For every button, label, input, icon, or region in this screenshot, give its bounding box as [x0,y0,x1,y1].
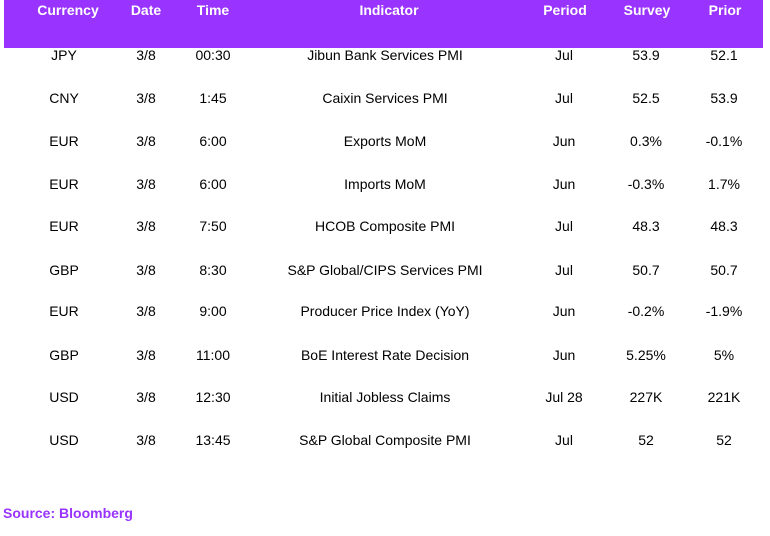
cell-date: 3/8 [136,176,156,192]
cell-prior: 50.7 [710,262,738,278]
cell-survey: 48.3 [632,218,660,234]
cell-time: 13:45 [195,432,231,448]
cell-date: 3/8 [136,47,156,63]
cell-indicator: S&P Global/CIPS Services PMI [287,262,483,278]
cell-prior: -0.1% [705,133,743,149]
column-header-currency: Currency [37,2,99,18]
cell-indicator: BoE Interest Rate Decision [300,347,470,363]
cell-currency: EUR [49,176,79,192]
source-note: Source: Bloomberg [3,505,133,521]
cell-period: Jul 28 [545,389,583,405]
cell-date: 3/8 [136,262,156,278]
cell-time: 6:00 [199,133,227,149]
cell-period: Jul [555,47,573,63]
cell-prior: 48.3 [710,218,738,234]
table-row: USD 3/8 13:45 S&P Global Composite PMI Jul 52… [0,432,770,452]
cell-time: 1:45 [199,90,227,106]
cell-indicator: Jibun Bank Services PMI [307,47,463,63]
table-row: JPY 3/8 00:30 Jibun Bank Services PMI Jul 53.… [0,47,770,67]
cell-period: Jun [552,347,576,363]
cell-survey: 50.7 [632,262,660,278]
cell-date: 3/8 [136,90,156,106]
cell-date: 3/8 [136,347,156,363]
cell-survey: -0.2% [627,303,665,319]
table-row: CNY 3/8 1:45 Caixin Services PMI Jul 52.5 53.9 [0,90,770,110]
cell-indicator: Initial Jobless Claims [319,389,451,405]
cell-period: Jul [555,218,573,234]
cell-currency: EUR [49,218,79,234]
cell-currency: USD [49,432,79,448]
cell-survey: -0.3% [627,176,665,192]
cell-time: 00:30 [195,47,231,63]
cell-time: 12:30 [195,389,231,405]
cell-time: 8:30 [199,262,227,278]
cell-survey: 0.3% [630,133,662,149]
cell-currency: JPY [51,47,77,63]
table-row: EUR 3/8 6:00 Exports MoM Jun 0.3% -0.1% [0,133,770,153]
cell-period: Jun [552,176,576,192]
cell-period: Jul [555,90,573,106]
cell-survey: 5.25% [626,347,666,363]
column-header-period: Period [543,2,587,18]
cell-date: 3/8 [136,389,156,405]
cell-indicator: Producer Price Index (YoY) [300,303,470,319]
cell-prior: 53.9 [710,90,738,106]
cell-date: 3/8 [136,303,156,319]
table-row: GBP 3/8 8:30 S&P Global/CIPS Services PMI Ju… [0,262,770,282]
column-header-prior: Prior [708,2,742,18]
cell-indicator: Caixin Services PMI [322,90,448,106]
cell-prior: 5% [713,347,735,363]
cell-time: 6:00 [199,176,227,192]
cell-indicator: S&P Global Composite PMI [299,432,471,448]
cell-date: 3/8 [136,432,156,448]
cell-currency: USD [49,389,79,405]
cell-period: Jul [555,262,573,278]
table-row: EUR 3/8 7:50 HCOB Composite PMI Jul 48.3 48.3 [0,218,770,238]
cell-prior: -1.9% [705,303,743,319]
cell-indicator: Imports MoM [344,176,426,192]
column-header-date: Date [130,2,162,18]
cell-time: 7:50 [199,218,227,234]
cell-date: 3/8 [136,218,156,234]
cell-survey: 52 [638,432,654,448]
cell-indicator: HCOB Composite PMI [314,218,456,234]
cell-period: Jun [552,303,576,319]
cell-period: Jul [555,432,573,448]
cell-survey: 227K [629,389,663,405]
table-row: GBP 3/8 11:00 BoE Interest Rate Decision Jun… [0,347,770,367]
cell-date: 3/8 [136,133,156,149]
cell-survey: 53.9 [632,47,660,63]
table-row: USD 3/8 12:30 Initial Jobless Claims Jul 28 2… [0,389,770,409]
cell-prior: 52 [716,432,732,448]
table-row: EUR 3/8 6:00 Imports MoM Jun -0.3% 1.7% [0,176,770,196]
cell-time: 9:00 [199,303,227,319]
column-header-indicator: Indicator [359,2,419,18]
cell-period: Jun [552,133,576,149]
cell-prior: 52.1 [710,47,738,63]
cell-indicator: Exports MoM [343,133,427,149]
cell-currency: EUR [49,303,79,319]
cell-prior: 221K [707,389,741,405]
cell-currency: GBP [49,262,79,278]
table-header: Currency Date Time Indicator Period Surv… [4,0,763,48]
cell-prior: 1.7% [708,176,740,192]
cell-currency: EUR [49,133,79,149]
table-row: EUR 3/8 9:00 Producer Price Index (YoY) Jun -… [0,303,770,323]
column-header-time: Time [196,2,230,18]
cell-survey: 52.5 [632,90,660,106]
cell-time: 11:00 [196,347,230,363]
cell-currency: GBP [49,347,79,363]
column-header-survey: Survey [623,2,671,18]
cell-currency: CNY [49,90,79,106]
